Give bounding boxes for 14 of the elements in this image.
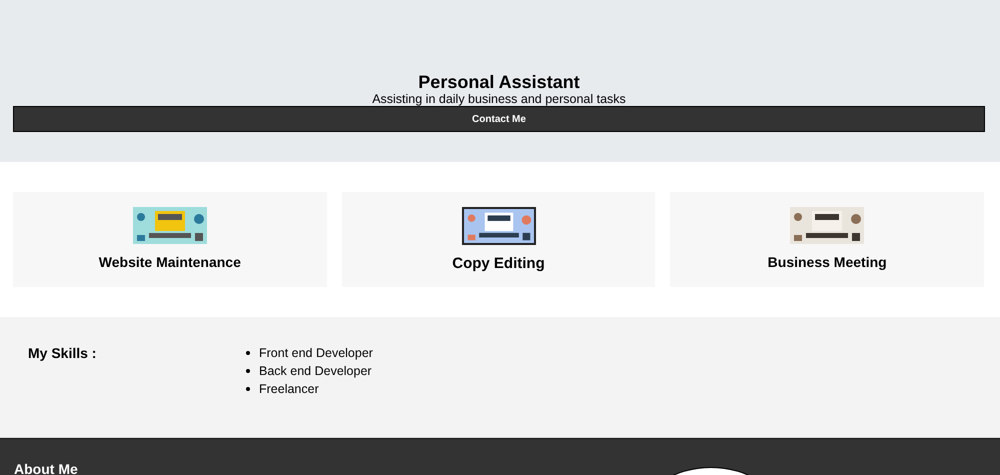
subtitle: Assisting in daily business and personal tasks xyxy=(372,92,626,106)
bullet-icon xyxy=(246,386,250,390)
bullet-icon xyxy=(246,350,250,354)
about-heading: About Me xyxy=(14,461,78,475)
service-title: Business Meeting xyxy=(768,254,887,270)
contact-button[interactable]: Contact Me xyxy=(13,106,985,132)
skills-heading: My Skills : xyxy=(28,345,98,363)
service-title: Copy Editing xyxy=(452,255,545,272)
page-title: Personal Assistant xyxy=(418,72,580,92)
skill-item: Front end Developer xyxy=(259,346,373,360)
skill-item: Back end Developer xyxy=(259,364,372,378)
skill-item: Freelancer xyxy=(259,382,319,396)
bullet-icon xyxy=(246,368,250,372)
service-title: Website Maintenance xyxy=(98,254,241,270)
